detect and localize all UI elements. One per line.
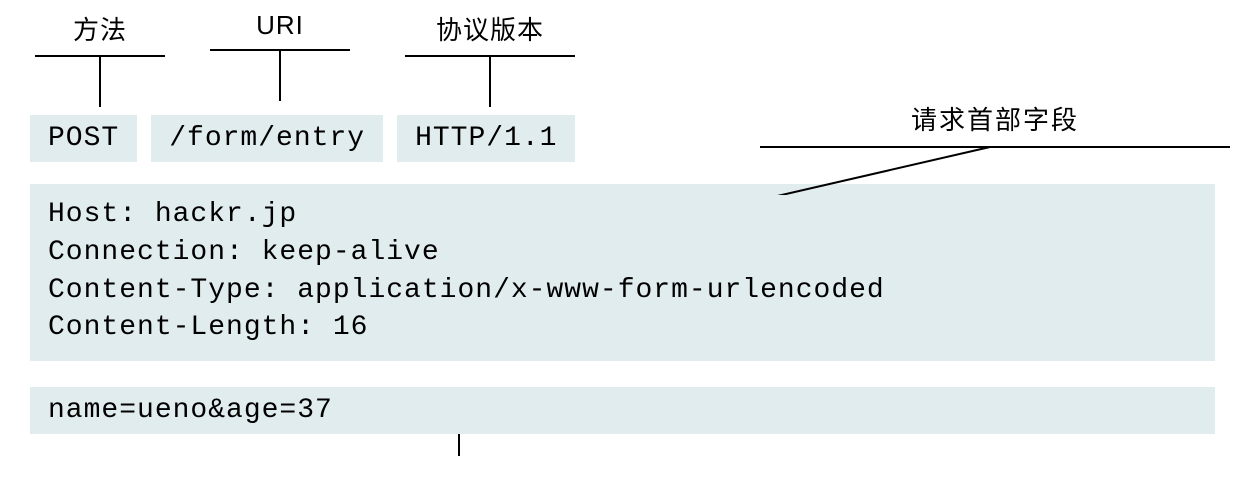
body-tick — [458, 434, 460, 456]
method-label-group: 方法 — [35, 10, 165, 107]
method-label: 方法 — [65, 10, 135, 55]
protocol-label: 协议版本 — [428, 10, 552, 55]
body-content: name=ueno&age=37 — [48, 395, 333, 426]
headers-callout-line — [760, 145, 1230, 195]
method-box: POST — [30, 115, 137, 162]
headers-box: Host: hackr.jp Connection: keep-alive Co… — [30, 184, 1215, 361]
header-line: Content-Type: application/x-www-form-url… — [48, 272, 1197, 310]
body-box: name=ueno&age=37 — [30, 387, 1215, 434]
header-line: Content-Length: 16 — [48, 309, 1197, 347]
headers-label-group: 请求首部字段 — [760, 100, 1230, 195]
request-line-labels: 方法 URI 协议版本 — [30, 10, 1215, 107]
header-line: Host: hackr.jp — [48, 196, 1197, 234]
method-tick — [99, 57, 101, 107]
protocol-tick — [489, 57, 491, 107]
uri-label: URI — [248, 10, 312, 49]
uri-label-group: URI — [210, 10, 350, 107]
uri-tick — [279, 51, 281, 101]
uri-box: /form/entry — [151, 115, 383, 162]
headers-label: 请求首部字段 — [911, 100, 1079, 145]
protocol-box: HTTP/1.1 — [397, 115, 575, 162]
header-line: Connection: keep-alive — [48, 234, 1197, 272]
protocol-label-group: 协议版本 — [405, 10, 575, 107]
